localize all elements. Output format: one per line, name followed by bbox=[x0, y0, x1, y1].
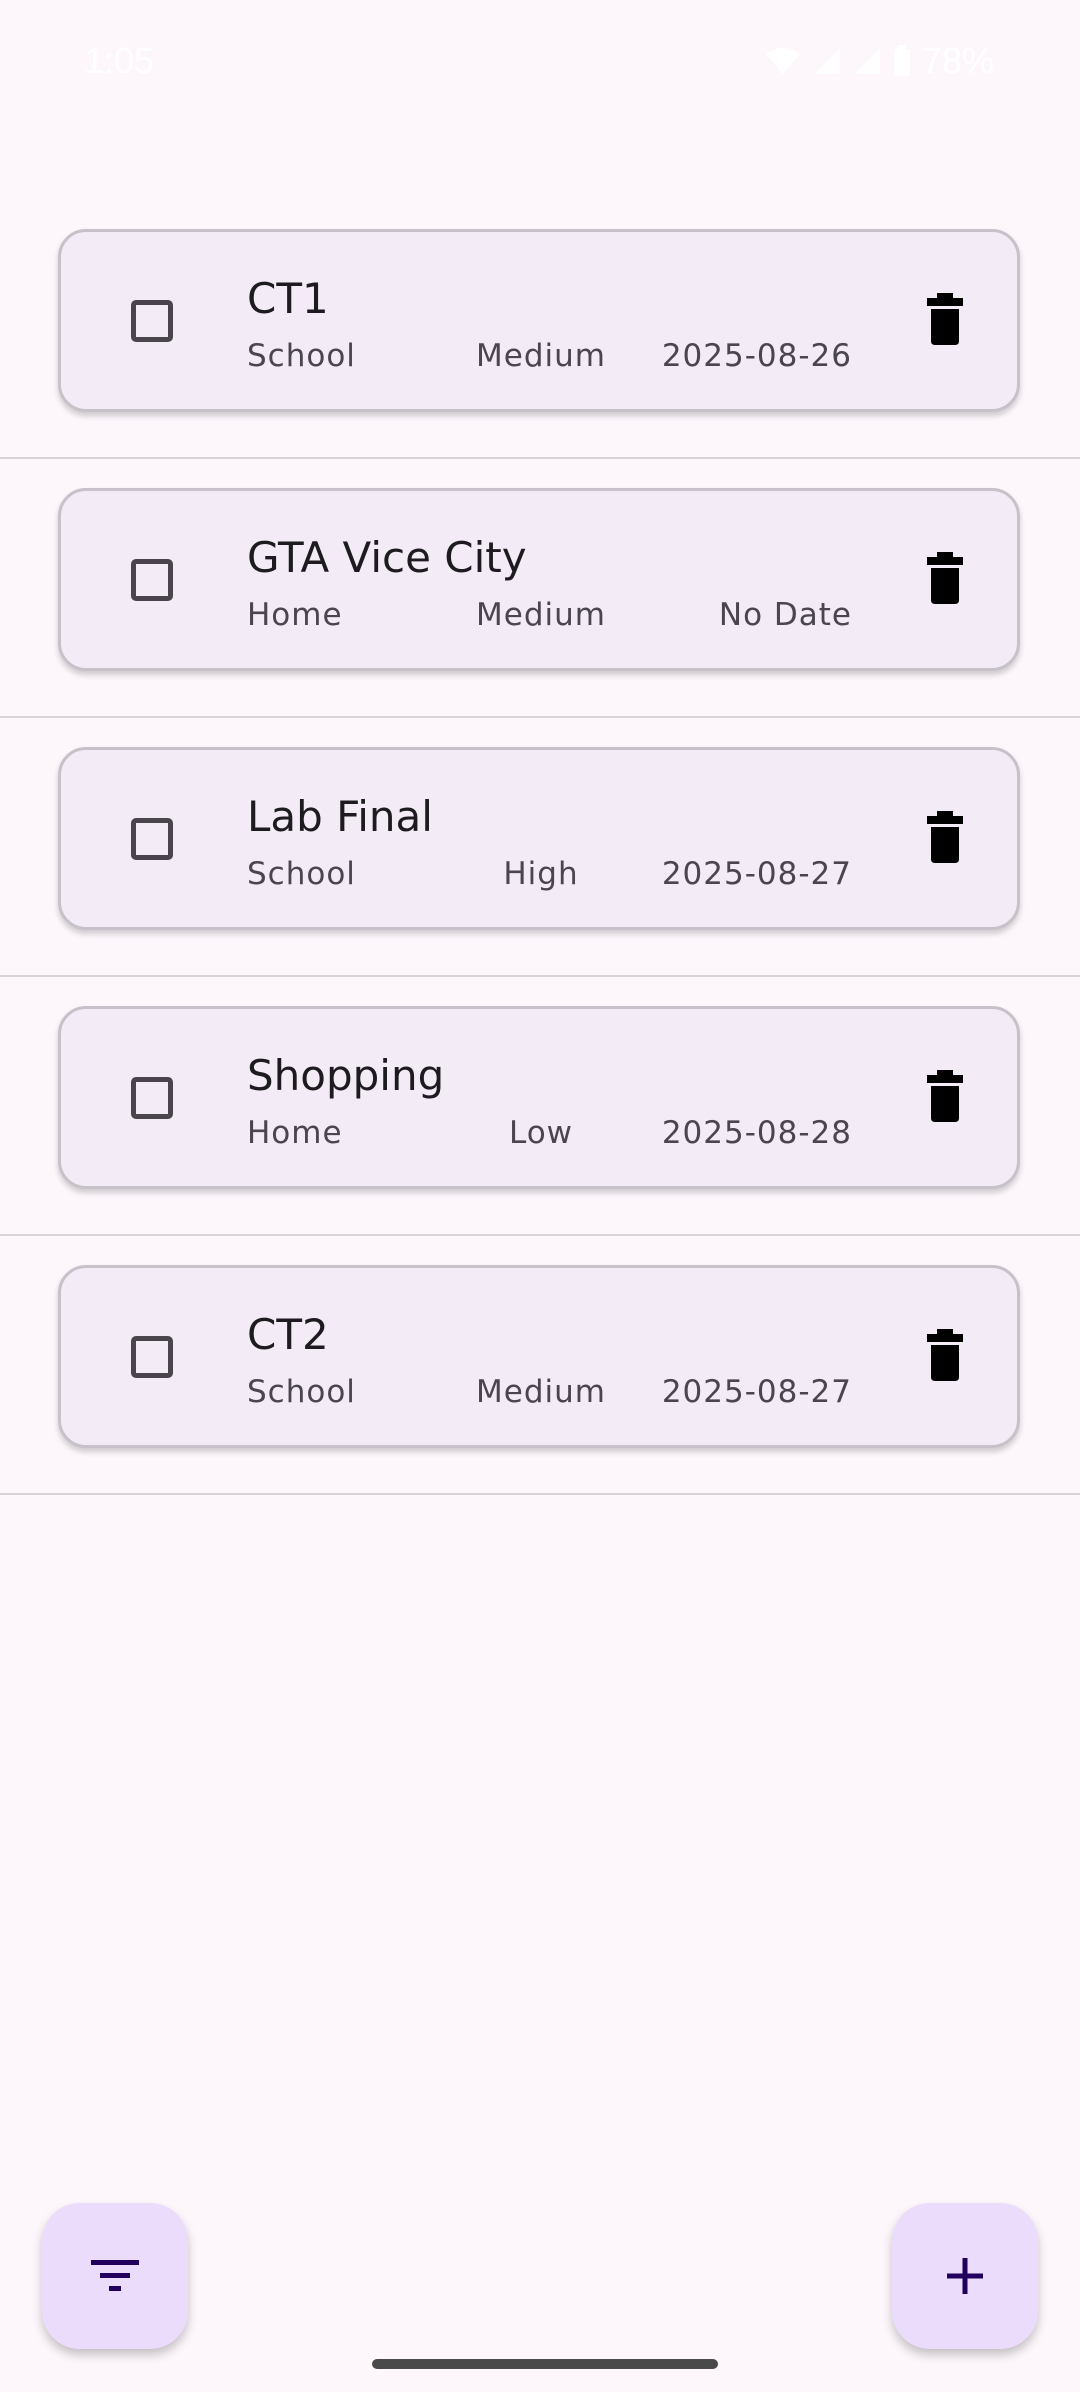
trash-icon[interactable] bbox=[925, 811, 965, 863]
task-row: Lab Final School High 2025-08-27 bbox=[0, 718, 1080, 977]
task-card[interactable]: CT2 School Medium 2025-08-27 bbox=[58, 1265, 1020, 1448]
task-priority: Medium bbox=[476, 338, 606, 374]
trash-icon[interactable] bbox=[925, 1329, 965, 1381]
checkbox-icon[interactable] bbox=[131, 559, 173, 601]
task-card[interactable]: Shopping Home Low 2025-08-28 bbox=[58, 1006, 1020, 1189]
task-row: Shopping Home Low 2025-08-28 bbox=[0, 977, 1080, 1236]
task-priority: Medium bbox=[476, 1374, 606, 1410]
battery-icon bbox=[893, 45, 910, 76]
home-indicator[interactable] bbox=[372, 2359, 718, 2369]
task-date: 2025-08-26 bbox=[661, 338, 852, 374]
battery-percent: 78% bbox=[921, 40, 994, 81]
status-bar: 1:05 78% bbox=[0, 0, 1080, 130]
trash-icon[interactable] bbox=[925, 1070, 965, 1122]
task-card[interactable]: GTA Vice City Home Medium No Date bbox=[58, 488, 1020, 671]
filter-button[interactable] bbox=[42, 2203, 188, 2349]
task-row: GTA Vice City Home Medium No Date bbox=[0, 459, 1080, 718]
task-title: Lab Final bbox=[247, 792, 433, 841]
task-date: No Date bbox=[718, 597, 852, 633]
signal-icon bbox=[813, 48, 840, 74]
task-title: CT1 bbox=[247, 274, 329, 323]
task-title: CT2 bbox=[247, 1310, 329, 1359]
task-priority: High bbox=[503, 856, 579, 892]
filter-icon bbox=[91, 2260, 139, 2291]
task-list: CT1 School Medium 2025-08-26 GTA Vice Ci… bbox=[0, 200, 1080, 1495]
signal-icon-2 bbox=[853, 48, 880, 74]
task-title: GTA Vice City bbox=[247, 533, 527, 582]
task-category: Home bbox=[247, 1115, 343, 1151]
checkbox-icon[interactable] bbox=[131, 1336, 173, 1378]
task-row: CT2 School Medium 2025-08-27 bbox=[0, 1236, 1080, 1495]
task-category: School bbox=[247, 338, 356, 374]
task-date: 2025-08-27 bbox=[661, 856, 852, 892]
plus-icon bbox=[947, 2258, 983, 2294]
task-card[interactable]: Lab Final School High 2025-08-27 bbox=[58, 747, 1020, 930]
task-category: School bbox=[247, 1374, 356, 1410]
add-task-button[interactable] bbox=[892, 2203, 1038, 2349]
checkbox-icon[interactable] bbox=[131, 300, 173, 342]
task-category: School bbox=[247, 856, 356, 892]
checkbox-icon[interactable] bbox=[131, 818, 173, 860]
status-icons: 78% bbox=[764, 40, 994, 82]
trash-icon[interactable] bbox=[925, 293, 965, 345]
checkbox-icon[interactable] bbox=[131, 1077, 173, 1119]
task-date: 2025-08-27 bbox=[661, 1374, 852, 1410]
task-card[interactable]: CT1 School Medium 2025-08-26 bbox=[58, 229, 1020, 412]
task-row: CT1 School Medium 2025-08-26 bbox=[0, 200, 1080, 459]
task-date: 2025-08-28 bbox=[661, 1115, 852, 1151]
task-category: Home bbox=[247, 597, 343, 633]
task-priority: Medium bbox=[476, 597, 606, 633]
status-time: 1:05 bbox=[84, 40, 155, 81]
wifi-icon bbox=[765, 48, 800, 74]
task-priority: Low bbox=[508, 1115, 574, 1151]
task-title: Shopping bbox=[247, 1051, 445, 1100]
trash-icon[interactable] bbox=[925, 552, 965, 604]
